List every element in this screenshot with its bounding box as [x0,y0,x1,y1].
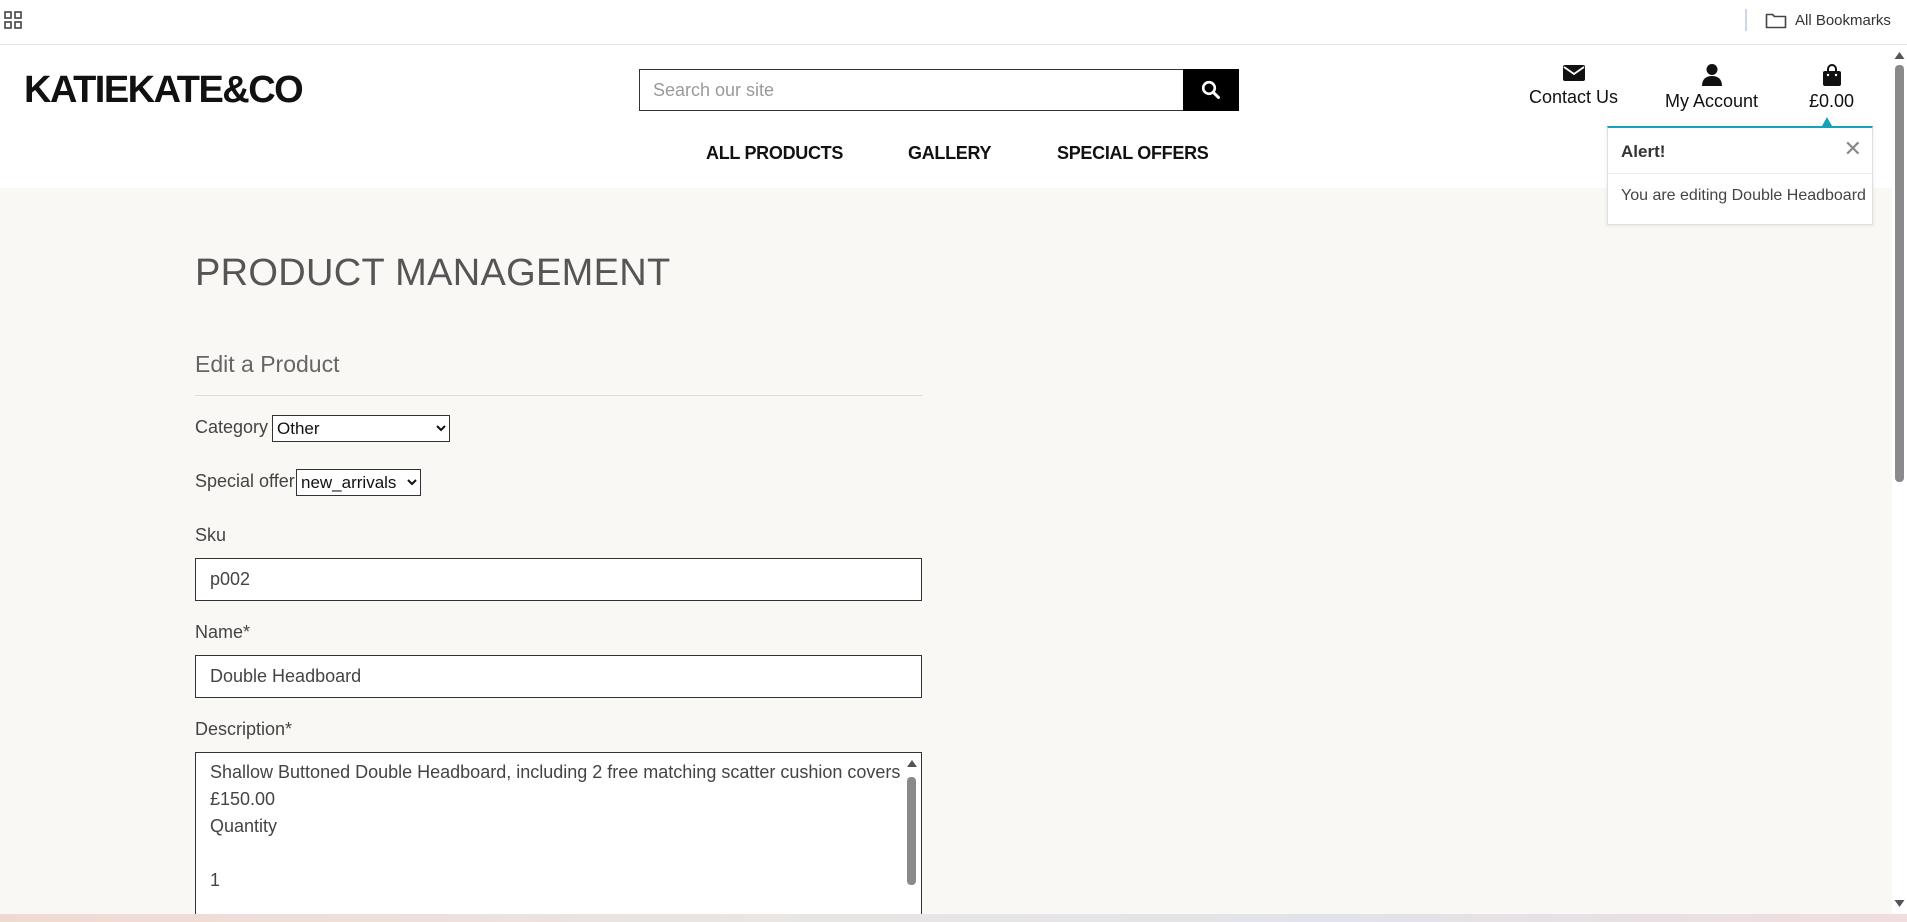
alert-pointer [1822,117,1832,126]
search-input[interactable] [639,69,1183,111]
sku-input[interactable] [195,558,922,601]
apps-grid-icon[interactable] [4,11,22,29]
special-offer-label: Special offer [195,471,295,491]
description-line: £150.00 [210,789,276,809]
special-offer-select[interactable]: new_arrivals [296,469,421,496]
nav-special-offers[interactable]: SPECIAL OFFERS [1057,143,1209,164]
section-divider [195,395,922,396]
alert-toast: Alert! ✕ You are editing Double Headboar… [1607,126,1873,225]
name-input[interactable] [195,655,922,698]
scroll-up-arrow-icon[interactable] [1892,49,1907,61]
search-form [639,69,1239,111]
scroll-up-arrow-icon[interactable] [905,757,919,769]
my-account-link[interactable]: My Account [1665,63,1758,112]
sku-label: Sku [195,525,227,545]
taskbar-edge [0,914,1907,922]
section-title: Edit a Product [195,351,340,377]
shopping-bag-link[interactable]: £0.00 [1809,63,1854,112]
contact-us-link[interactable]: Contact Us [1529,63,1618,108]
page-scrollbar-thumb[interactable] [1895,65,1904,482]
all-bookmarks-label: All Bookmarks [1795,11,1891,29]
category-select[interactable]: Other [272,415,450,442]
site-logo[interactable]: KATIEKATE&CO [24,69,304,112]
search-icon [1201,80,1220,99]
my-account-label: My Account [1665,91,1759,111]
main-content: PRODUCT MANAGEMENT Edit a Product Catego… [0,188,1892,922]
description-line: 1 [210,870,221,890]
page-title: PRODUCT MANAGEMENT [195,252,671,294]
description-scrollbar-thumb[interactable] [907,777,916,885]
all-bookmarks-button[interactable]: All Bookmarks [1765,9,1891,31]
alert-message: You are editing Double Headboard [1621,187,1866,204]
shopping-bag-icon [1822,64,1841,86]
description-line: Quantity [210,816,278,836]
user-icon [1701,64,1722,86]
alert-title: Alert! [1621,142,1666,161]
description-label: Description* [195,719,293,739]
bag-total: £0.00 [1809,91,1855,111]
search-button[interactable] [1183,69,1239,111]
description-textarea[interactable]: Shallow Buttoned Double Headboard, inclu… [195,752,922,922]
close-icon[interactable]: ✕ [1844,138,1862,160]
bookmarks-bar: All Bookmarks [0,0,1907,45]
contact-us-label: Contact Us [1529,87,1619,107]
nav-gallery[interactable]: GALLERY [908,143,992,164]
page-scrollbar[interactable] [1892,45,1907,914]
description-line: Shallow Buttoned Double Headboard, inclu… [210,762,901,782]
name-label: Name* [195,622,251,642]
bookmarks-separator [1745,9,1747,31]
alert-divider [1608,173,1872,174]
category-label: Category [195,417,269,437]
folder-icon [1765,13,1787,29]
envelope-icon [1562,65,1585,81]
nav-all-products[interactable]: ALL PRODUCTS [706,143,843,164]
scroll-down-arrow-icon[interactable] [1892,898,1907,910]
